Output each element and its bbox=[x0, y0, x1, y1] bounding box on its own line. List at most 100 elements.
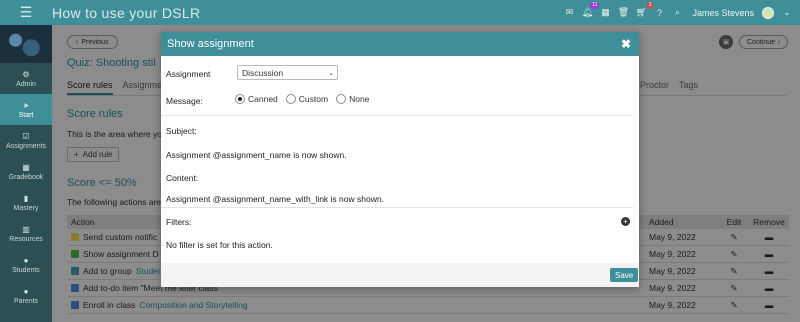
tabs-right: Proctor Tags bbox=[640, 80, 698, 90]
person-icon: ● bbox=[23, 255, 29, 265]
top-icons: ✉ 🔔︎ 11 ▦ 🗑︎ 🛒︎ 2 ? ⌕ James Stevens ⌄ bbox=[564, 0, 792, 25]
sidebar-item-label: Mastery bbox=[13, 204, 39, 212]
assignment-label: Assignment bbox=[166, 69, 211, 79]
books-icon: ▥ bbox=[22, 224, 30, 234]
score-section-description: The following actions are bbox=[67, 197, 162, 207]
row-added: May 9, 2022 bbox=[649, 249, 696, 259]
remove-icon[interactable]: ▬ bbox=[749, 300, 789, 310]
edit-icon[interactable]: ✎ bbox=[719, 300, 749, 311]
remove-icon[interactable]: ▬ bbox=[749, 283, 789, 293]
filters-label: Filters: bbox=[166, 217, 192, 227]
help-icon[interactable]: ? bbox=[654, 8, 664, 18]
sidebar-item-admin[interactable]: ⚙ Admin bbox=[0, 63, 52, 94]
radio-none-dot[interactable] bbox=[336, 94, 347, 104]
bars-icon: ▮ bbox=[23, 193, 29, 203]
bell-icon[interactable]: 🔔︎ 11 bbox=[582, 1, 600, 18]
row-added: May 9, 2022 bbox=[649, 283, 696, 293]
remove-icon[interactable]: ▬ bbox=[749, 232, 789, 242]
sidebar-item-gradebook[interactable]: ▦ Gradebook bbox=[0, 156, 52, 187]
add-rule-button[interactable]: + Add rule bbox=[67, 147, 120, 162]
remove-icon[interactable]: ▬ bbox=[749, 249, 789, 259]
sidebar-item-resources[interactable]: ▥ Resources bbox=[0, 218, 52, 249]
radio-canned-label: Canned bbox=[248, 94, 278, 104]
sidebar-item-label: Resources bbox=[9, 235, 43, 243]
course-logo[interactable] bbox=[0, 25, 52, 63]
radio-canned[interactable]: Canned bbox=[235, 94, 278, 104]
filters-value: No filter is set for this action. bbox=[166, 240, 273, 250]
row-added: May 9, 2022 bbox=[649, 232, 696, 242]
score-section-heading: Score <= 50% bbox=[67, 177, 137, 189]
remove-icon[interactable]: ▬ bbox=[749, 266, 789, 276]
row-action-link[interactable]: Studen bbox=[136, 266, 163, 276]
save-icon[interactable]: ▣ bbox=[719, 35, 733, 49]
tab-score-rules[interactable]: Score rules bbox=[67, 80, 113, 95]
action-type-icon bbox=[71, 250, 79, 258]
save-button[interactable]: Save bbox=[610, 268, 639, 282]
radio-none-label: None bbox=[349, 94, 370, 104]
cart-icon[interactable]: 🛒︎ 2 bbox=[636, 1, 654, 18]
continue-label: Continue bbox=[747, 38, 776, 46]
continue-button[interactable]: Continue › bbox=[739, 35, 789, 49]
checklist-icon: ☑ bbox=[22, 131, 30, 141]
header-remove: Remove bbox=[753, 217, 785, 227]
tab-proctor[interactable]: Proctor bbox=[640, 80, 669, 90]
row-added: May 9, 2022 bbox=[649, 300, 696, 310]
sidebar-item-mastery[interactable]: ▮ Mastery bbox=[0, 187, 52, 218]
row-action-text: Show assignment D bbox=[83, 249, 159, 259]
user-name[interactable]: James Stevens bbox=[692, 8, 754, 18]
top-bar: ☰ How to use your DSLR ✉ 🔔︎ 11 ▦ 🗑︎ 🛒︎ 2 ?… bbox=[0, 0, 800, 25]
avatar[interactable] bbox=[762, 6, 774, 19]
sidebar-item-parents[interactable]: ● Parents bbox=[0, 280, 52, 311]
sidebar-item-label: Students bbox=[12, 266, 40, 274]
row-action-text: Add to group bbox=[83, 266, 132, 276]
tabs: Score rules Assignme bbox=[67, 80, 162, 95]
sidebar-item-start[interactable]: ➤ Start bbox=[0, 94, 52, 125]
assignment-select[interactable]: Discussion ⌄ bbox=[237, 65, 338, 80]
content-label: Content: bbox=[166, 173, 199, 183]
previous-button[interactable]: ‹ Previous bbox=[67, 35, 118, 49]
assignment-select-value: Discussion bbox=[242, 67, 284, 78]
calendar-icon[interactable]: ▦ bbox=[600, 7, 610, 18]
trash-icon[interactable]: 🗑︎ bbox=[618, 7, 629, 18]
app-title: How to use your DSLR bbox=[52, 4, 201, 21]
radio-custom-dot[interactable] bbox=[285, 94, 296, 104]
tab-tags[interactable]: Tags bbox=[679, 80, 698, 90]
tab-assignments[interactable]: Assignme bbox=[123, 80, 163, 95]
action-type-icon bbox=[71, 284, 79, 292]
message-label: Message: bbox=[166, 96, 203, 106]
sidebar: ⚙ Admin ➤ Start ☑ Assignments ▦ Gradebook ▮ M… bbox=[0, 25, 52, 322]
row-action-link[interactable]: Composition and Storytelling bbox=[139, 300, 247, 310]
message-radio-group: Canned Custom None bbox=[235, 94, 369, 104]
add-filter-icon[interactable]: + bbox=[621, 217, 630, 226]
action-type-icon bbox=[71, 267, 79, 275]
search-icon[interactable]: ⌕ bbox=[672, 7, 682, 18]
radio-custom-label: Custom bbox=[298, 94, 329, 104]
header-edit: Edit bbox=[726, 217, 742, 227]
sidebar-item-assignments[interactable]: ☑ Assignments bbox=[0, 125, 52, 156]
dialog-header: Show assignment ✖ bbox=[161, 32, 639, 56]
page-title: Quiz: Shooting stil bbox=[67, 57, 156, 69]
radio-none[interactable]: None bbox=[336, 94, 369, 104]
radio-custom[interactable]: Custom bbox=[285, 94, 329, 104]
add-rule-label: Add rule bbox=[82, 150, 113, 159]
dialog-title: Show assignment bbox=[167, 38, 254, 50]
sidebar-item-students[interactable]: ● Students bbox=[0, 249, 52, 280]
edit-icon[interactable]: ✎ bbox=[719, 232, 749, 243]
edit-icon[interactable]: ✎ bbox=[719, 249, 749, 260]
dialog-footer bbox=[161, 263, 639, 287]
score-rules-description: This is the area where yo bbox=[67, 129, 162, 139]
chevron-left-icon: ‹ bbox=[76, 38, 79, 46]
chevron-down-icon[interactable]: ⌄ bbox=[782, 7, 792, 18]
grid-icon: ▦ bbox=[22, 162, 30, 172]
notification-badge: 11 bbox=[590, 1, 600, 9]
arrow-icon: ➤ bbox=[22, 100, 30, 110]
mail-icon[interactable]: ✉ bbox=[564, 7, 574, 18]
edit-icon[interactable]: ✎ bbox=[719, 283, 749, 294]
row-action-text: Send custom notific bbox=[83, 232, 158, 242]
radio-canned-dot[interactable] bbox=[235, 94, 245, 104]
edit-icon[interactable]: ✎ bbox=[719, 266, 749, 277]
hamburger-icon[interactable]: ☰ bbox=[0, 0, 52, 25]
cart-badge: 2 bbox=[646, 1, 654, 9]
close-icon[interactable]: ✖ bbox=[621, 37, 631, 51]
row-action-text: Enroll in class bbox=[83, 300, 136, 310]
